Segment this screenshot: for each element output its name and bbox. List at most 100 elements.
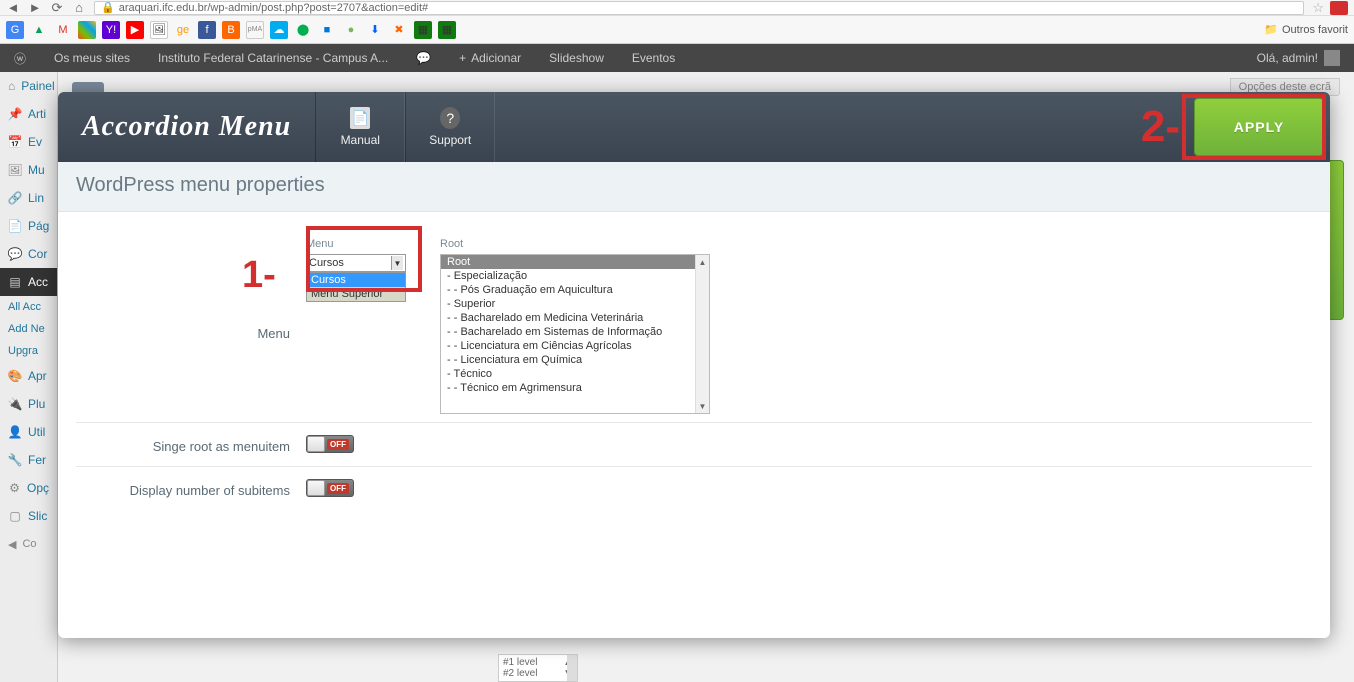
modal-title: Accordion Menu [58,92,315,162]
extension-icon[interactable] [1330,1,1348,15]
form-label-display-subitems: Display number of subitems [76,479,306,498]
page-icon: 📄 [8,219,22,233]
bookmark-item[interactable]: ge [174,21,192,39]
bookmark-item[interactable]: ■ [318,21,336,39]
bookmark-item[interactable]: ▲ [30,21,48,39]
bookmark-item[interactable]: G [6,21,24,39]
bookmark-item[interactable]: pMA [246,21,264,39]
wp-admin-sidebar: ⌂Painel 📌Arti 📅Ev 🖼Mu 🔗Lin 📄Pág 💬Cor ▤Ac… [0,72,58,682]
dropdown-item[interactable]: Menu Superior [307,287,405,301]
sidebar-links[interactable]: 🔗Lin [0,184,57,212]
annotation-2: 2- [1141,92,1188,162]
url-text: araquari.ifc.edu.br/wp-admin/post.php?po… [119,2,428,14]
col-label-menu: Menu [306,238,416,250]
avatar [1324,50,1340,66]
sidebar-slideshow[interactable]: ▢Slic [0,502,57,530]
bookmark-item[interactable]: Y! [102,21,120,39]
wp-admin-bar: ⓦ Os meus sites Instituto Federal Catari… [0,44,1354,72]
sidebar-accordion[interactable]: ▤Acc [0,268,57,296]
bookmark-item[interactable]: ⬤ [294,21,312,39]
bookmark-item[interactable]: f [198,21,216,39]
sidebar-plugins[interactable]: 🔌Plu [0,390,57,418]
apply-button[interactable]: APPLY [1194,98,1324,156]
slideshow-icon: ▢ [8,509,22,523]
pin-icon: 📌 [8,107,22,121]
menu-dropdown: Cursos Menu Superior [306,272,406,302]
sidebar-pages[interactable]: 📄Pág [0,212,57,240]
wp-events[interactable]: Eventos [618,44,689,72]
bookmark-item[interactable]: ▶ [126,21,144,39]
wp-logo[interactable]: ⓦ [0,44,40,72]
wp-comments[interactable]: 💬 [402,44,445,72]
link-icon: 🔗 [8,191,22,205]
wp-greeting[interactable]: Olá, admin! [1243,44,1354,72]
toggle-single-root[interactable]: OFF [306,435,354,453]
back-icon[interactable]: ◄ [6,1,20,15]
sidebar-settings[interactable]: ⚙Opç [0,474,57,502]
root-item[interactable]: - - Bacharelado em Sistemas de Informaçã… [441,325,709,339]
url-bar[interactable]: 🔒 araquari.ifc.edu.br/wp-admin/post.php?… [94,1,1304,15]
home-icon[interactable]: ⌂ [72,1,86,15]
bookmarks-other-folder[interactable]: 📁 Outros favorit [1264,23,1348,36]
root-item[interactable]: Root [441,255,709,269]
toggle-off-label: OFF [327,439,349,450]
root-item[interactable]: - - Bacharelado em Medicina Veterinária [441,311,709,325]
sidebar-sub-all[interactable]: All Acc [0,296,57,318]
level-selector[interactable]: #1 level▲ #2 level▼ [498,654,578,682]
plugin-icon: 🔌 [8,397,22,411]
sidebar-tools[interactable]: 🔧Fer [0,446,57,474]
sidebar-sub-add[interactable]: Add Ne [0,318,57,340]
col-label-root: Root [440,238,710,250]
bookmark-item[interactable]: ✖ [390,21,408,39]
modal-tab-support[interactable]: ? Support [405,92,495,162]
wp-slideshow[interactable]: Slideshow [535,44,618,72]
sidebar-users[interactable]: 👤Util [0,418,57,446]
root-item[interactable]: - - Licenciatura em Química [441,353,709,367]
sidebar-collapse[interactable]: ◀Co [0,530,57,558]
appearance-icon: 🎨 [8,369,22,383]
sidebar-events[interactable]: 📅Ev [0,128,57,156]
root-listbox[interactable]: Root - Especialização - - Pós Graduação … [440,254,710,414]
reload-icon[interactable]: ⟳ [50,1,64,15]
calendar-icon: 📅 [8,135,22,149]
bookmark-star-icon[interactable]: ☆ [1312,0,1324,16]
sidebar-posts[interactable]: 📌Arti [0,100,57,128]
root-item[interactable]: - - Pós Graduação em Aquicultura [441,283,709,297]
menu-select[interactable]: Cursos ▼ [306,254,406,272]
bookmark-item[interactable]: ☁ [270,21,288,39]
scroll-up-icon[interactable]: ▲ [696,255,709,269]
bookmarks-bar: G ▲ M Y! ▶ 🖼 ge f B pMA ☁ ⬤ ■ ● ⬇ ✖ ▦ ▦ … [0,16,1354,44]
sidebar-sub-upgrade[interactable]: Upgra [0,340,57,362]
sidebar-appearance[interactable]: 🎨Apr [0,362,57,390]
root-item[interactable]: - - Licenciatura em Ciências Agrícolas [441,339,709,353]
wp-my-sites[interactable]: Os meus sites [40,44,144,72]
root-item[interactable]: - - Técnico em Agrimensura [441,381,709,395]
wp-add-new[interactable]: +Adicionar [445,44,535,72]
root-item[interactable]: - Técnico [441,367,709,381]
bookmark-item[interactable]: ⬇ [366,21,384,39]
modal-tab-manual[interactable]: 📄 Manual [315,92,405,162]
sidebar-dashboard[interactable]: ⌂Painel [0,72,57,100]
toggle-display-subitems[interactable]: OFF [306,479,354,497]
root-item[interactable]: - Superior [441,297,709,311]
bookmark-item[interactable] [78,21,96,39]
bookmark-item[interactable]: 🖼 [150,21,168,39]
bookmark-item[interactable]: ▦ [414,21,432,39]
wp-site-name[interactable]: Instituto Federal Catarinense - Campus A… [144,44,402,72]
annotation-1: 1- [242,254,276,297]
dropdown-item[interactable]: Cursos [307,273,405,287]
root-item[interactable]: - Especialização [441,269,709,283]
sidebar-comments[interactable]: 💬Cor [0,240,57,268]
bookmark-item[interactable]: B [222,21,240,39]
toggle-knob [307,436,325,452]
sidebar-media[interactable]: 🖼Mu [0,156,57,184]
scrollbar[interactable]: ▲ ▼ [695,255,709,413]
gear-icon: ⚙ [8,481,21,495]
scroll-down-icon[interactable]: ▼ [696,399,709,413]
forward-icon[interactable]: ► [28,1,42,15]
media-icon: 🖼 [8,163,22,177]
bookmark-item[interactable]: ● [342,21,360,39]
bookmark-item[interactable]: ▦ [438,21,456,39]
form-label-single-root: Singe root as menuitem [76,435,306,454]
bookmark-item[interactable]: M [54,21,72,39]
